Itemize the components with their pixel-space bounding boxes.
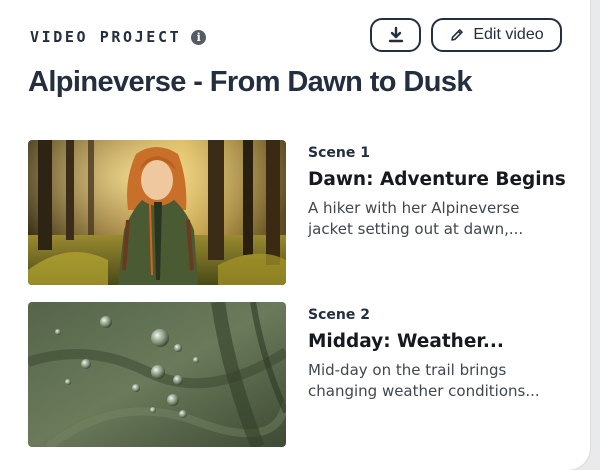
download-icon: [388, 26, 403, 43]
header-row: VIDEO PROJECT i: [30, 28, 207, 46]
scene-2-thumbnail-image: [28, 302, 286, 447]
scene-number: Scene 2: [308, 307, 370, 323]
scene-description: A hiker with her Alpineverse jacket sett…: [308, 198, 568, 240]
info-icon[interactable]: i: [191, 29, 207, 45]
scene-card[interactable]: Scene 1 Dawn: Adventure Begins A hiker w…: [28, 140, 568, 285]
scene-text: Scene 2 Midday: Weather... Mid-day on th…: [308, 307, 568, 402]
scene-description-line: Mid-day on the trail brings: [308, 361, 507, 379]
edit-video-button[interactable]: Edit video: [431, 18, 562, 52]
section-eyebrow: VIDEO PROJECT: [30, 28, 182, 46]
scene-description-line: A hiker with her Alpineverse: [308, 199, 520, 217]
pencil-icon: [451, 29, 464, 41]
scene-number: Scene 1: [308, 145, 370, 161]
scene-description: Mid-day on the trail brings changing wea…: [308, 360, 568, 402]
scene-thumbnail[interactable]: [28, 140, 286, 285]
scene-description-line: changing weather conditions...: [308, 382, 540, 400]
scene-thumbnail[interactable]: [28, 302, 286, 447]
scene-text: Scene 1 Dawn: Adventure Begins A hiker w…: [308, 145, 568, 240]
scene-title[interactable]: Dawn: Adventure Begins: [308, 169, 568, 190]
scene-card[interactable]: Scene 2 Midday: Weather... Mid-day on th…: [28, 302, 568, 447]
project-title: Alpineverse - From Dawn to Dusk: [28, 66, 472, 98]
scene-title[interactable]: Midday: Weather...: [308, 331, 568, 352]
scene-1-thumbnail-image: [28, 140, 286, 285]
video-project-card: VIDEO PROJECT i Edit video Alpineverse -…: [0, 0, 590, 470]
scene-description-line: jacket setting out at dawn,...: [308, 220, 524, 238]
edit-video-label: Edit video: [473, 26, 544, 43]
download-button[interactable]: [370, 18, 421, 52]
